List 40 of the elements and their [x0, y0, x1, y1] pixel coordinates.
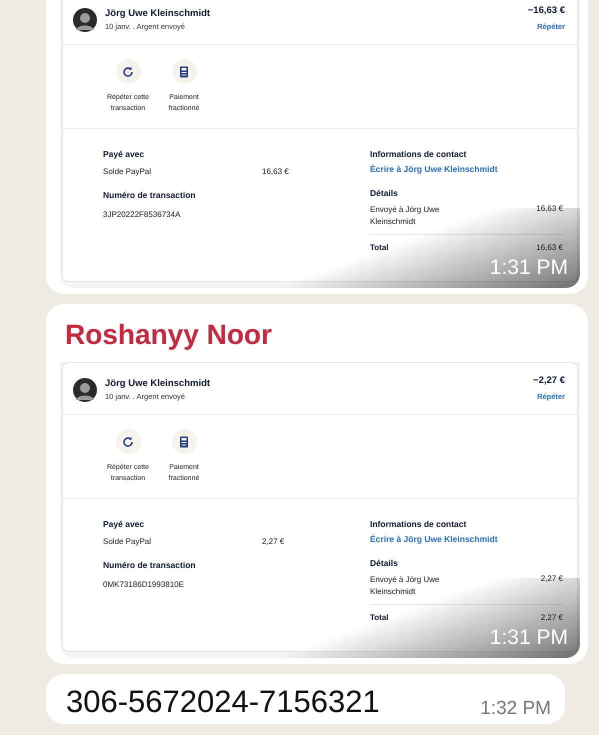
section-heading: Détails — [370, 558, 399, 568]
total-label: Total — [370, 243, 389, 252]
calculator-icon — [179, 436, 189, 448]
section-heading: Informations de contact — [370, 149, 468, 159]
detail-label: Envoyé à Jörg Uwe Kleinschmidt — [370, 204, 440, 228]
section-heading: Numéro de transaction — [103, 560, 197, 570]
payee-name: Jörg Uwe Kleinschmidt — [105, 378, 212, 389]
message-text: 306-5672024-7156321 — [66, 684, 380, 720]
contact-link[interactable]: Écrire à Jörg Uwe Kleinschmidt — [370, 534, 563, 544]
payment-method: Solde PayPal — [103, 167, 152, 176]
total-label: Total — [370, 613, 389, 622]
message-image[interactable] — [60, 362, 580, 658]
section-heading: Payé avec — [103, 519, 146, 529]
transaction-amount: −16,63 € — [528, 5, 565, 16]
section-heading: Détails — [370, 188, 399, 198]
detail-amount: 16,63 € — [536, 204, 563, 215]
detail-amount: 2,27 € — [540, 574, 563, 585]
transaction-amount: −2,27 € — [533, 375, 565, 386]
avatar — [73, 8, 97, 32]
avatar — [73, 378, 97, 402]
transaction-number: 0MK73186D1993810E — [103, 580, 185, 589]
message-time: 1:31 PM — [490, 256, 568, 280]
section-heading: Informations de contact — [370, 519, 468, 529]
transaction-number: 3JP20222F8536734A — [103, 210, 182, 219]
detail-label: Envoyé à Jörg Uwe Kleinschmidt — [370, 574, 440, 598]
refresh-icon — [122, 436, 134, 448]
payment-amount: 2,27 € — [262, 537, 284, 546]
calculator-icon — [179, 66, 189, 78]
refresh-icon — [122, 66, 134, 78]
message-time: 1:31 PM — [490, 626, 568, 650]
payment-amount: 16,63 € — [262, 167, 289, 176]
sender-name: Roshanyy Noor — [64, 318, 273, 352]
message-time: 1:32 PM — [480, 698, 551, 720]
total-amount: 2,27 € — [540, 613, 563, 622]
total-amount: 16,63 € — [536, 243, 563, 252]
section-heading: Payé avec — [103, 149, 146, 159]
payment-method: Solde PayPal — [103, 537, 152, 546]
payee-name: Jörg Uwe Kleinschmidt — [105, 8, 212, 19]
contact-link[interactable]: Écrire à Jörg Uwe Kleinschmidt — [370, 164, 563, 174]
section-heading: Numéro de transaction — [103, 190, 197, 200]
